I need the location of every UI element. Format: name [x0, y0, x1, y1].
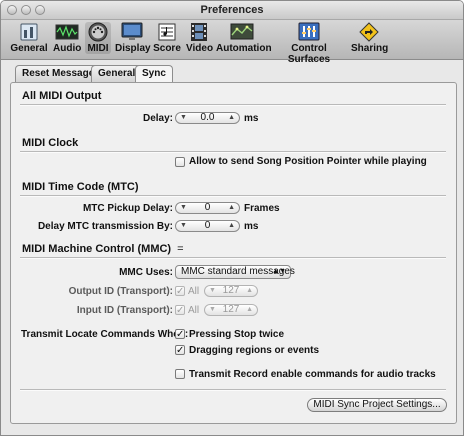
toolbar-item-video[interactable]: Video [186, 22, 214, 54]
zoom-window-button[interactable] [35, 5, 45, 15]
pressing-stop-twice-label: Pressing Stop twice [189, 329, 285, 340]
mmc-title-mark: = [177, 243, 184, 255]
section-divider [20, 257, 446, 259]
video-icon [191, 23, 207, 41]
midi-sync-project-settings-button[interactable]: MIDI Sync Project Settings... [307, 398, 447, 412]
audio-icon [55, 24, 79, 40]
section-divider [20, 104, 446, 106]
close-window-button[interactable] [7, 5, 17, 15]
preferences-window: Preferences General Audio MIDI Display S… [0, 0, 464, 436]
toolbar-label: Audio [53, 43, 82, 54]
title-bar: Preferences [1, 1, 463, 20]
increment-arrow-icon[interactable]: ▲ [246, 286, 253, 296]
toolbar-label: Sharing [351, 43, 389, 54]
delay-mtc-transmission-stepper[interactable]: ▼ 0 ▲ [175, 220, 240, 232]
delay-label: Delay: [142, 113, 173, 124]
display-icon [121, 22, 143, 40]
sharing-icon [359, 22, 379, 42]
delay-mtc-transmission-unit: ms [244, 221, 259, 232]
toolbar-label: Display [115, 43, 151, 54]
toolbar-label: Score [153, 43, 181, 54]
preferences-toolbar: General Audio MIDI Display Score Video A… [1, 20, 463, 65]
toolbar-label: Video [186, 43, 214, 54]
section-divider [20, 389, 446, 391]
increment-arrow-icon[interactable]: ▲ [228, 221, 235, 231]
mtc-pickup-delay-stepper[interactable]: ▼ 0 ▲ [175, 202, 240, 214]
minimize-window-button[interactable] [21, 5, 31, 15]
updown-arrows-icon: ▲▼ [272, 268, 286, 275]
toolbar-label: Control Surfaces [287, 43, 331, 65]
section-title-midi-clock: MIDI Clock [22, 137, 79, 149]
tab-sync[interactable]: Sync [135, 65, 173, 83]
transmit-record-checkbox[interactable] [175, 369, 185, 379]
increment-arrow-icon[interactable]: ▲ [228, 203, 235, 213]
increment-arrow-icon[interactable]: ▲ [246, 305, 253, 315]
delay-unit: ms [244, 113, 259, 124]
section-title-mmc: MIDI Machine Control (MMC) = [22, 243, 184, 255]
input-id-label: Input ID (Transport): [76, 305, 173, 316]
transmit-locate-label: Transmit Locate Commands When: [21, 329, 189, 340]
output-id-stepper[interactable]: ▼ 127 ▲ [204, 285, 258, 297]
window-title: Preferences [200, 4, 264, 16]
dragging-regions-label: Dragging regions or events [189, 345, 320, 356]
dragging-regions-checkbox[interactable]: ✓ [175, 345, 185, 356]
section-title-mtc: MIDI Time Code (MTC) [22, 181, 139, 193]
toolbar-label: MIDI [87, 43, 109, 54]
input-id-stepper[interactable]: ▼ 127 ▲ [204, 304, 258, 316]
allow-spp-checkbox[interactable] [175, 157, 185, 167]
toolbar-label: Automation [216, 43, 272, 54]
general-icon [20, 23, 38, 41]
midi-icon [88, 22, 108, 42]
section-title-all-midi-output: All MIDI Output [22, 90, 102, 102]
score-icon [158, 23, 176, 41]
mtc-pickup-delay-unit: Frames [244, 203, 280, 214]
pressing-stop-twice-checkbox[interactable]: ✓ [175, 329, 185, 340]
toolbar-item-score[interactable]: Score [153, 22, 181, 54]
mmc-uses-select[interactable]: MMC standard messages ▲▼ [175, 265, 295, 279]
toolbar-item-general[interactable]: General [10, 22, 48, 54]
input-id-all-label: All [188, 305, 200, 316]
output-id-all-label: All [188, 286, 200, 297]
transmit-record-label: Transmit Record enable commands for audi… [189, 369, 436, 380]
toolbar-item-midi[interactable]: MIDI [85, 22, 111, 54]
sync-panel: All MIDI Output Delay: ▼ 0.0 ▲ ms MIDI C… [10, 82, 457, 424]
toolbar-item-audio[interactable]: Audio [53, 22, 81, 54]
toolbar-label: General [10, 43, 48, 54]
increment-arrow-icon[interactable]: ▲ [228, 113, 235, 123]
mmc-uses-label: MMC Uses: [119, 267, 173, 278]
toolbar-item-control-surfaces[interactable]: Control Surfaces [273, 22, 345, 65]
toolbar-item-automation[interactable]: Automation [216, 22, 272, 54]
control-surfaces-icon [298, 22, 320, 41]
output-id-all-checkbox[interactable]: ✓ [175, 286, 185, 297]
allow-spp-label: Allow to send Song Position Pointer whil… [189, 156, 427, 167]
automation-icon [230, 23, 254, 40]
mmc-title-text: MIDI Machine Control (MMC) [22, 243, 172, 255]
output-id-label: Output ID (Transport): [68, 286, 173, 297]
section-divider [20, 195, 446, 197]
toolbar-item-display[interactable]: Display [115, 22, 151, 54]
mtc-pickup-delay-label: MTC Pickup Delay: [82, 203, 173, 214]
delay-stepper[interactable]: ▼ 0.0 ▲ [175, 112, 240, 124]
section-divider [20, 151, 446, 153]
delay-mtc-transmission-label: Delay MTC transmission By: [37, 221, 173, 232]
input-id-all-checkbox[interactable]: ✓ [175, 305, 185, 316]
toolbar-item-sharing[interactable]: Sharing [351, 22, 389, 54]
